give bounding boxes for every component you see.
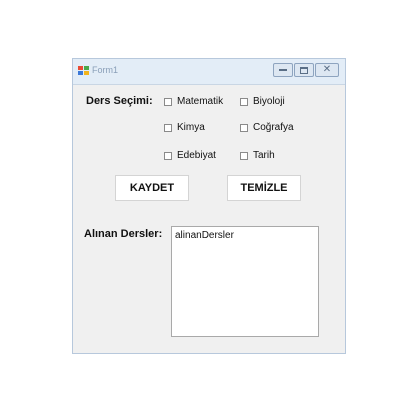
form-window: Form1 ✕ Ders Seçimi: Matematik Biyoloji … <box>72 58 346 354</box>
checkbox-box[interactable] <box>164 97 172 106</box>
window-title: Form1 <box>92 65 119 75</box>
checkbox-label: Kimya <box>177 122 205 133</box>
list-item[interactable]: alinanDersler <box>175 230 315 241</box>
kaydet-button[interactable]: KAYDET <box>115 175 189 201</box>
checkbox-label: Biyoloji <box>253 96 285 107</box>
alinan-dersler-label: Alınan Dersler: <box>84 228 163 240</box>
minimize-icon <box>279 69 287 71</box>
checkbox-matematik[interactable]: Matematik <box>164 96 223 107</box>
ders-secimi-label: Ders Seçimi: <box>86 95 153 107</box>
checkbox-kimya[interactable]: Kimya <box>164 122 205 133</box>
alinan-dersler-listbox[interactable]: alinanDersler <box>171 226 319 337</box>
maximize-button[interactable] <box>294 63 314 77</box>
title-bar[interactable]: Form1 ✕ <box>73 59 345 85</box>
maximize-icon <box>300 66 308 74</box>
checkbox-label: Coğrafya <box>253 122 294 133</box>
minimize-button[interactable] <box>273 63 293 77</box>
checkbox-label: Tarih <box>253 150 275 161</box>
checkbox-box[interactable] <box>240 151 248 160</box>
checkbox-edebiyat[interactable]: Edebiyat <box>164 150 216 161</box>
checkbox-box[interactable] <box>240 123 248 132</box>
app-icon <box>78 66 89 75</box>
checkbox-tarih[interactable]: Tarih <box>240 150 275 161</box>
checkbox-box[interactable] <box>164 151 172 160</box>
checkbox-label: Edebiyat <box>177 150 216 161</box>
checkbox-box[interactable] <box>164 123 172 132</box>
close-icon: ✕ <box>322 64 332 75</box>
checkbox-label: Matematik <box>177 96 224 107</box>
close-button[interactable]: ✕ <box>315 63 339 77</box>
caption-buttons: ✕ <box>273 63 339 79</box>
checkbox-box[interactable] <box>240 97 248 106</box>
temizle-button[interactable]: TEMİZLE <box>227 175 301 201</box>
checkbox-biyoloji[interactable]: Biyoloji <box>240 96 285 107</box>
checkbox-cografya[interactable]: Coğrafya <box>240 122 294 133</box>
